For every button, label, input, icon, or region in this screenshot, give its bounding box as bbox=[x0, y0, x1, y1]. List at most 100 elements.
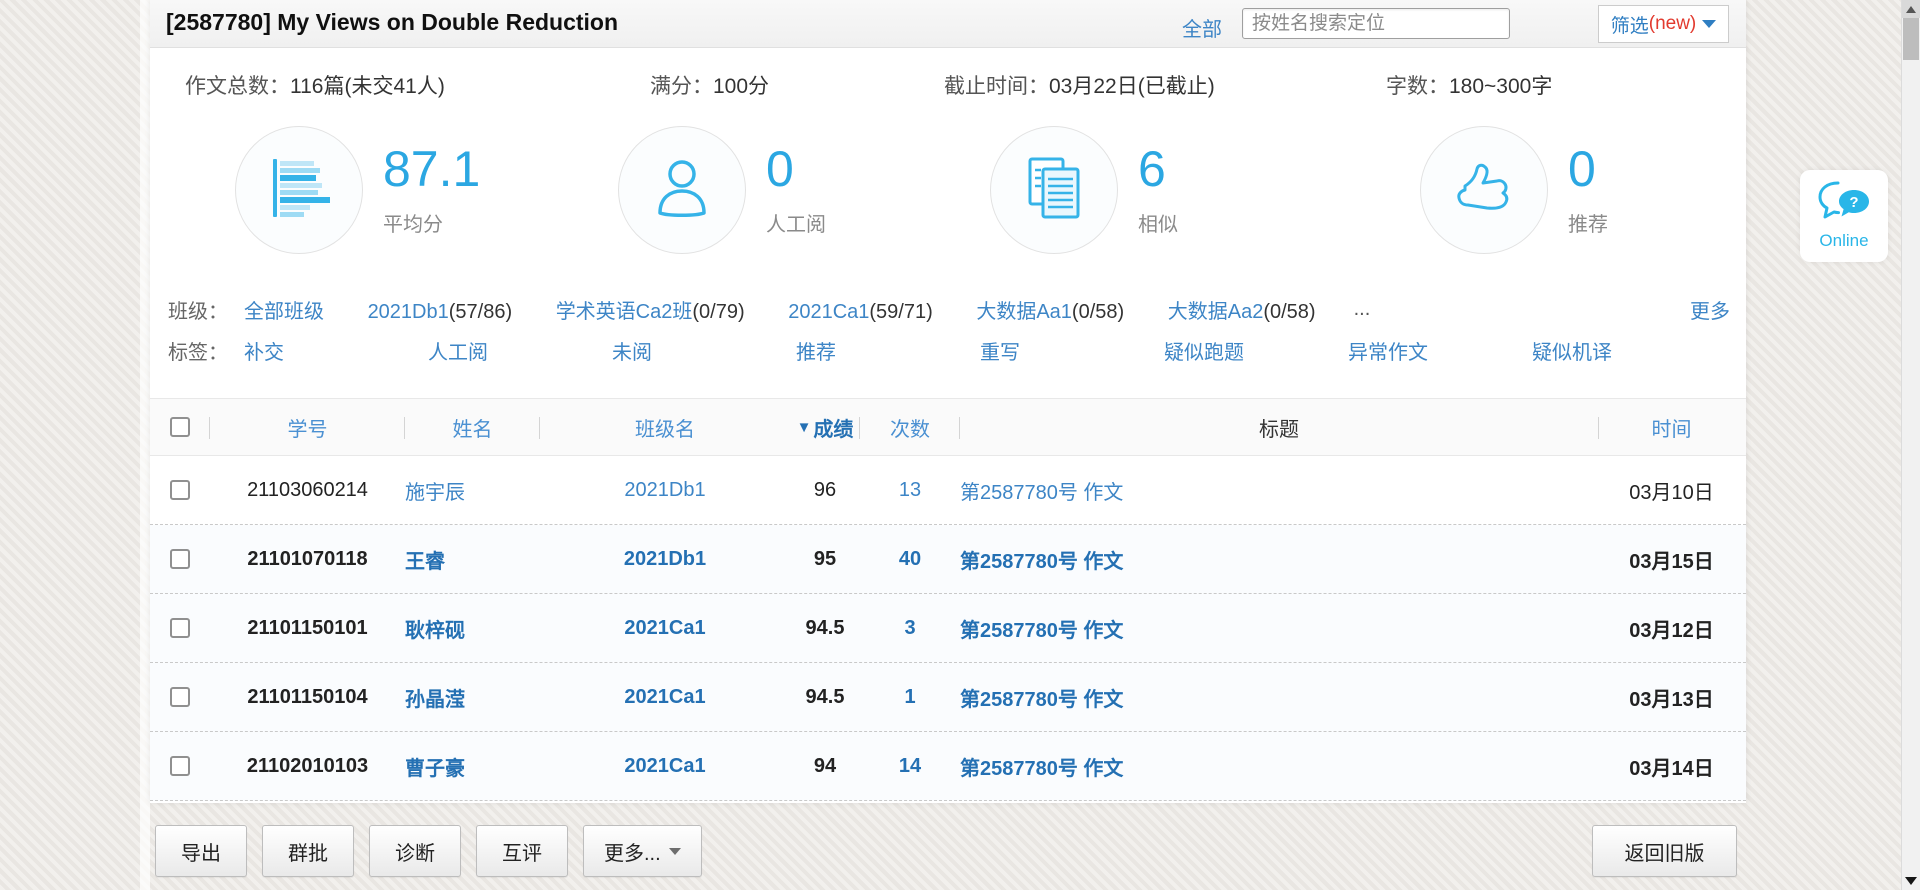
metric-average-score: 87.1 平均分 bbox=[235, 126, 480, 254]
class-filter-link[interactable]: 全部班级 bbox=[244, 301, 324, 323]
metric-label: 推荐 bbox=[1568, 208, 1608, 237]
tag-filter-link[interactable]: 推荐 bbox=[796, 336, 980, 365]
header-title: 标题 bbox=[960, 399, 1598, 455]
tag-links: 补交 人工阅 未阅 推荐 重写 疑似跑题 异常作文 疑似机译 bbox=[244, 336, 1716, 365]
header-class-name[interactable]: 班级名 bbox=[540, 399, 790, 455]
action-button[interactable]: 诊断 bbox=[369, 825, 461, 877]
essays-table: 学号 姓名 班级名 ▼成绩 次数 标题 时间 21103060214 施宇辰 2… bbox=[150, 398, 1746, 801]
class-filter-link[interactable]: 学术英语Ca2班(0/79) bbox=[556, 301, 745, 323]
attempts-link[interactable]: 1 bbox=[904, 686, 915, 709]
page-title: [2587780] My Views on Double Reduction bbox=[166, 9, 618, 36]
header-student-id[interactable]: 学号 bbox=[210, 399, 405, 455]
tag-filter-link[interactable]: 疑似机译 bbox=[1532, 336, 1716, 365]
tag-filter-link[interactable]: 疑似跑题 bbox=[1164, 336, 1348, 365]
similar-docs-icon bbox=[1025, 156, 1083, 225]
vertical-scrollbar[interactable] bbox=[1901, 0, 1920, 890]
class-filter-link[interactable]: 大数据Aa1(0/58) bbox=[976, 301, 1124, 323]
attempts-link[interactable]: 40 bbox=[899, 548, 921, 571]
header-time[interactable]: 时间 bbox=[1598, 399, 1745, 455]
student-name-link[interactable]: 王睿 bbox=[405, 545, 445, 574]
essay-title-link[interactable]: 第2587780号 作文 bbox=[960, 683, 1123, 712]
svg-text:?: ? bbox=[1849, 194, 1858, 211]
metric-manual-review: 0 人工阅 bbox=[618, 126, 826, 254]
tag-filter-link[interactable]: 重写 bbox=[980, 336, 1164, 365]
class-name-link[interactable]: 2021Ca1 bbox=[624, 686, 705, 709]
student-name-link[interactable]: 施宇辰 bbox=[405, 476, 465, 505]
action-button[interactable]: 互评 bbox=[476, 825, 568, 877]
row-checkbox[interactable] bbox=[170, 549, 190, 569]
action-button[interactable]: 群批 bbox=[262, 825, 354, 877]
more-actions-button[interactable]: 更多... bbox=[583, 825, 702, 877]
scroll-up-arrow[interactable] bbox=[1902, 0, 1920, 18]
select-all-checkbox[interactable] bbox=[170, 417, 190, 437]
tag-filter-link[interactable]: 未阅 bbox=[612, 336, 796, 365]
scroll-down-arrow[interactable] bbox=[1902, 872, 1920, 890]
stat-label: 满分： bbox=[650, 75, 713, 98]
stat-label: 作文总数： bbox=[185, 75, 290, 98]
chat-bubbles-icon: ? bbox=[1817, 181, 1871, 228]
action-buttons: 导出 群批 诊断 互评 bbox=[155, 825, 568, 877]
thumbs-up-icon bbox=[1454, 159, 1514, 222]
attempts-link[interactable]: 13 bbox=[899, 479, 921, 502]
student-id: 21101150104 bbox=[210, 663, 405, 731]
stat-value: 116篇(未交41人) bbox=[290, 75, 445, 98]
tag-filter-link[interactable]: 补交 bbox=[244, 336, 428, 365]
essay-title-link[interactable]: 第2587780号 作文 bbox=[960, 476, 1123, 505]
class-name-link[interactable]: 2021Db1 bbox=[624, 548, 706, 571]
student-id: 21102010103 bbox=[210, 732, 405, 800]
footer-actions: 导出 群批 诊断 互评 更多... bbox=[155, 825, 702, 877]
student-name-link[interactable]: 孙晶滢 bbox=[405, 683, 465, 712]
back-to-old-version-button[interactable]: 返回旧版 bbox=[1592, 825, 1737, 877]
classes-filter-row: 班级： 全部班级 2021Db1(57/86) 学术英语Ca2班(0/79) 2… bbox=[150, 290, 1746, 328]
search-input[interactable] bbox=[1242, 8, 1510, 39]
header-attempts[interactable]: 次数 bbox=[860, 399, 960, 455]
app-window: [2587780] My Views on Double Reduction 全… bbox=[0, 0, 1920, 890]
attempts-link[interactable]: 3 bbox=[904, 617, 915, 640]
class-count: (0/79) bbox=[692, 301, 744, 323]
class-name-link[interactable]: 2021Db1 bbox=[624, 479, 705, 502]
class-filter-link[interactable]: 大数据Aa2(0/58) bbox=[1168, 301, 1316, 323]
score-value: 94.5 bbox=[790, 594, 860, 662]
class-name: 大数据Aa2 bbox=[1168, 301, 1264, 323]
class-filter-link[interactable]: 2021Ca1(59/71) bbox=[788, 301, 933, 323]
metric-circle bbox=[235, 126, 363, 254]
essay-title-link[interactable]: 第2587780号 作文 bbox=[960, 752, 1123, 781]
tags-filter-row: 标签： 补交 人工阅 未阅 推荐 重写 疑似跑题 异常作文 疑似机译 bbox=[150, 328, 1746, 372]
row-checkbox[interactable] bbox=[170, 480, 190, 500]
scrollbar-thumb[interactable] bbox=[1903, 18, 1919, 60]
row-checkbox[interactable] bbox=[170, 618, 190, 638]
tags-label: 标签： bbox=[168, 336, 244, 365]
classes-label: 班级： bbox=[168, 295, 244, 324]
student-name-link[interactable]: 曹子豪 bbox=[405, 752, 465, 781]
metric-label: 人工阅 bbox=[766, 208, 826, 237]
class-name-link[interactable]: 2021Ca1 bbox=[624, 617, 705, 640]
class-name-link[interactable]: 2021Ca1 bbox=[624, 755, 705, 778]
triangle-down-icon bbox=[1905, 877, 1917, 885]
header-name[interactable]: 姓名 bbox=[405, 399, 540, 455]
attempts-link[interactable]: 14 bbox=[899, 755, 921, 778]
class-filter-link[interactable]: 2021Db1(57/86) bbox=[368, 301, 513, 323]
more-classes-link[interactable]: 更多 bbox=[1690, 295, 1730, 324]
essay-title-link[interactable]: 第2587780号 作文 bbox=[960, 614, 1123, 643]
online-chat-widget[interactable]: ? Online bbox=[1800, 170, 1888, 262]
student-name-link[interactable]: 耿梓砚 bbox=[405, 614, 465, 643]
scope-all-link[interactable]: 全部 bbox=[1182, 13, 1222, 42]
header-score-sort[interactable]: ▼成绩 bbox=[790, 399, 860, 455]
row-checkbox[interactable] bbox=[170, 687, 190, 707]
student-id: 21101150101 bbox=[210, 594, 405, 662]
submit-date: 03月12日 bbox=[1598, 594, 1745, 662]
tag-filter-link[interactable]: 异常作文 bbox=[1348, 336, 1532, 365]
online-label: Online bbox=[1819, 231, 1868, 251]
class-name: 学术英语Ca2班 bbox=[556, 301, 693, 323]
tag-filter-link[interactable]: 人工阅 bbox=[428, 336, 612, 365]
row-checkbox[interactable] bbox=[170, 756, 190, 776]
filter-dropdown[interactable]: 筛选 (new) bbox=[1598, 5, 1729, 43]
table-body: 21103060214 施宇辰 2021Db1 96 13 第2587780号 … bbox=[150, 456, 1746, 801]
triangle-up-icon bbox=[1906, 6, 1916, 13]
action-button[interactable]: 导出 bbox=[155, 825, 247, 877]
essay-title-link[interactable]: 第2587780号 作文 bbox=[960, 545, 1123, 574]
student-id: 21103060214 bbox=[210, 456, 405, 524]
more-actions-label: 更多... bbox=[604, 837, 661, 866]
filter-new-badge: (new) bbox=[1649, 13, 1697, 35]
left-gutter bbox=[140, 0, 150, 890]
